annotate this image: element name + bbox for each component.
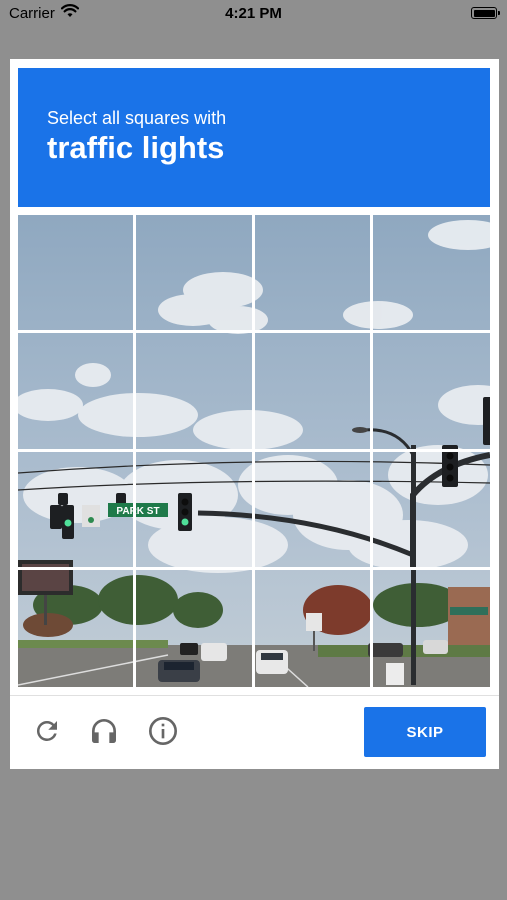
battery-icon xyxy=(471,7,500,19)
clock: 4:21 PM xyxy=(225,5,282,22)
reload-icon[interactable] xyxy=(29,713,65,749)
grid-tile-r3-c4[interactable] xyxy=(374,452,490,568)
grid-tile-r2-c2[interactable] xyxy=(137,334,253,450)
grid-tile-r4-c3[interactable] xyxy=(255,571,371,687)
grid-tile-r2-c4[interactable] xyxy=(374,334,490,450)
captcha-dialog: Select all squares with traffic lights P… xyxy=(10,59,499,769)
skip-button[interactable]: SKIP xyxy=(364,707,486,757)
grid-tile-r4-c1[interactable] xyxy=(18,571,134,687)
grid-tile-r4-c2[interactable] xyxy=(137,571,253,687)
captcha-header: Select all squares with traffic lights xyxy=(18,68,490,207)
instruction-text: Select all squares with xyxy=(47,108,227,128)
info-icon[interactable] xyxy=(145,713,181,749)
image-grid: PARK ST xyxy=(18,215,490,687)
grid-tile-r3-c1[interactable] xyxy=(18,452,134,568)
grid-tile-r1-c4[interactable] xyxy=(374,215,490,331)
grid-tile-r3-c3[interactable] xyxy=(255,452,371,568)
status-bar: Carrier 4:21 PM xyxy=(0,0,507,28)
grid-tile-r2-c3[interactable] xyxy=(255,334,371,450)
grid-tile-r4-c4[interactable] xyxy=(374,571,490,687)
headphones-icon[interactable] xyxy=(86,713,122,749)
grid-tile-r1-c1[interactable] xyxy=(18,215,134,331)
target-object-label: traffic lights xyxy=(47,130,225,165)
footer-divider xyxy=(10,695,499,696)
grid-tile-r3-c2[interactable] xyxy=(137,452,253,568)
grid-tile-r2-c1[interactable] xyxy=(18,334,134,450)
grid-tile-r1-c3[interactable] xyxy=(255,215,371,331)
grid-tile-r1-c2[interactable] xyxy=(137,215,253,331)
